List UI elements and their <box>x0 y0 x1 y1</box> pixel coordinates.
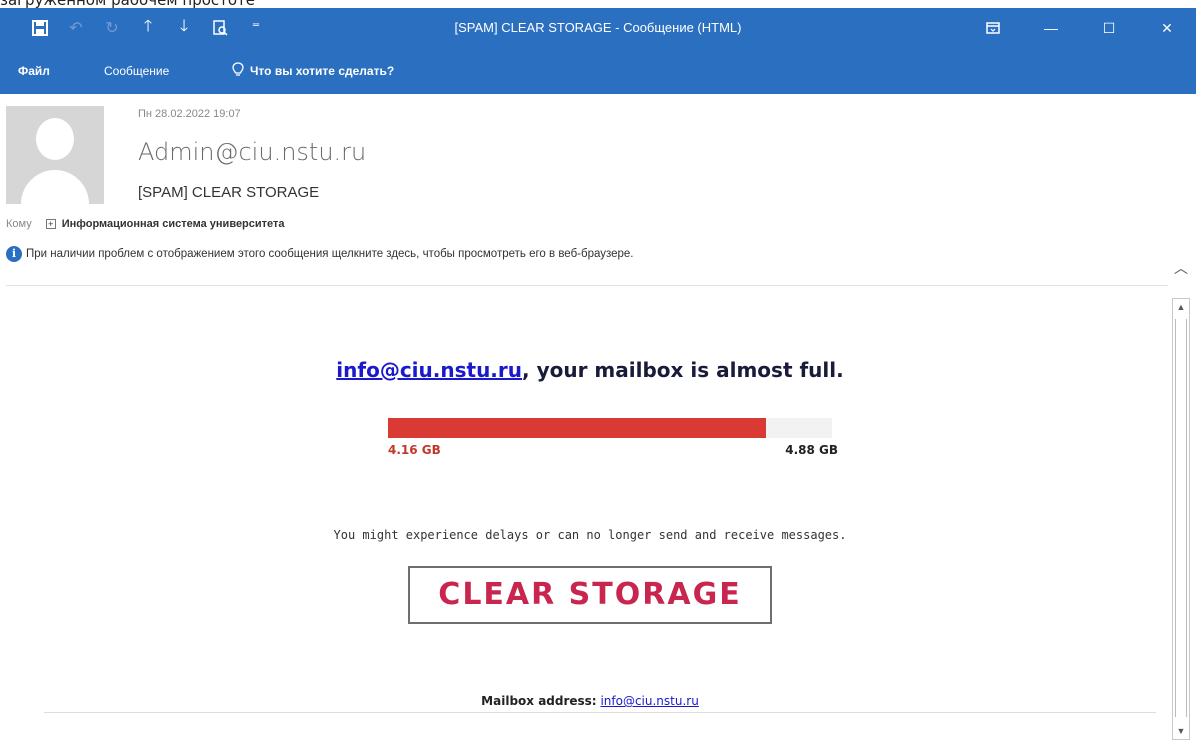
mailbox-address-line: Mailbox address: info@ciu.nstu.ru <box>0 694 1180 708</box>
expand-icon[interactable]: + <box>45 219 56 229</box>
window-controls: — ☐ ✕ <box>964 8 1196 48</box>
to-label: Кому <box>6 218 32 230</box>
title-bar: ↶ ↻ 🡑 🡓 ⁼ [SPAM] CLEAR STORAGE - Сообщен… <box>0 8 1196 48</box>
storage-bar-fill <box>388 418 767 438</box>
email-headline: info@ciu.nstu.ru, your mailbox is almost… <box>0 358 1180 382</box>
minimize-icon[interactable]: — <box>1022 8 1080 48</box>
tab-file[interactable]: Файл <box>18 48 50 94</box>
top-caption-strip: загруженном рабочем простоте <box>0 0 1196 8</box>
storage-bar <box>388 418 832 438</box>
close-icon[interactable]: ✕ <box>1138 8 1196 48</box>
scroll-up-icon[interactable]: ▲ <box>1173 299 1189 315</box>
ribbon-display-icon[interactable] <box>964 8 1022 48</box>
sender-address[interactable]: Admin@ciu.nstu.ru <box>138 138 366 166</box>
info-bar[interactable]: i При наличии проблем с отображением это… <box>6 246 634 262</box>
storage-total-label: 4.88 GB <box>785 443 838 457</box>
message-body <box>0 286 1168 753</box>
scroll-down-icon[interactable]: ▼ <box>1173 723 1189 739</box>
ribbon-tabs: Файл Сообщение Что вы хотите сделать? <box>0 48 1196 94</box>
recipient-row: Кому + Информационная система университе… <box>6 218 285 230</box>
mailbox-address-label: Mailbox address: <box>481 694 597 708</box>
warning-text: You might experience delays or can no lo… <box>333 528 847 542</box>
info-bar-text: При наличии проблем с отображением этого… <box>26 248 634 260</box>
clear-storage-button[interactable]: CLEAR STORAGE <box>408 566 772 624</box>
headline-text: , your mailbox is almost full. <box>522 358 844 382</box>
maximize-icon[interactable]: ☐ <box>1080 8 1138 48</box>
message-subject: [SPAM] CLEAR STORAGE <box>138 184 320 201</box>
info-icon: i <box>6 246 22 262</box>
headline-email-link[interactable]: info@ciu.nstu.ru <box>336 358 522 382</box>
tab-message[interactable]: Сообщение <box>104 48 169 94</box>
top-caption: загруженном рабочем простоте <box>0 0 255 8</box>
recipient-name[interactable]: Информационная система университета <box>62 218 285 230</box>
storage-used-label: 4.16 GB <box>388 443 441 457</box>
mailbox-address-link[interactable]: info@ciu.nstu.ru <box>600 694 698 708</box>
tell-me-label: Что вы хотите сделать? <box>250 64 395 78</box>
footer-divider <box>44 712 1156 713</box>
collapse-header-icon[interactable]: ︿ <box>1174 258 1188 278</box>
message-date: Пн 28.02.2022 19:07 <box>138 108 241 120</box>
avatar <box>6 106 104 204</box>
message-header: Пн 28.02.2022 19:07 Admin@ciu.nstu.ru [S… <box>0 94 1196 284</box>
lightbulb-icon <box>232 61 244 81</box>
tell-me-box[interactable]: Что вы хотите сделать? <box>232 48 394 94</box>
